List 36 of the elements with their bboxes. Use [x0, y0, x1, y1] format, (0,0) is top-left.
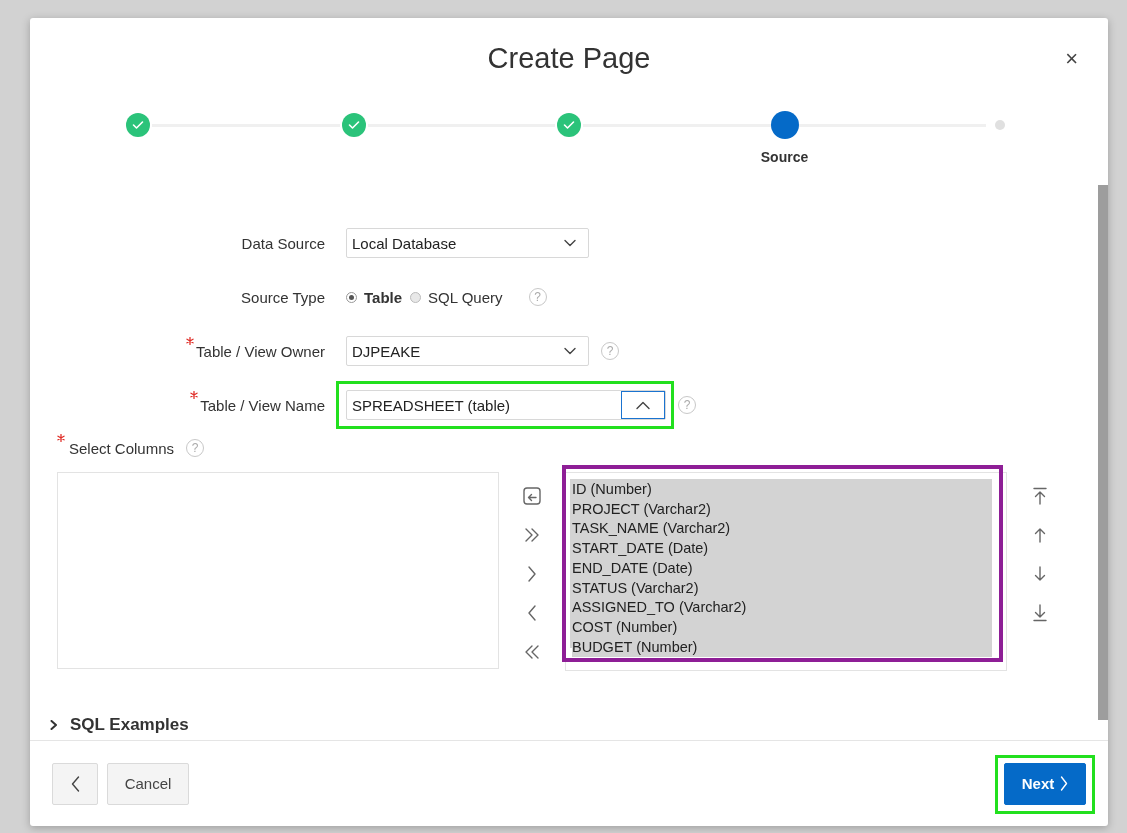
chevron-down-icon — [564, 239, 576, 247]
select-field[interactable]: Local Database — [346, 228, 589, 258]
arrow-to-bottom-icon — [1033, 603, 1047, 622]
field-label: Data Source — [241, 234, 325, 252]
double-chevron-right-icon — [524, 527, 540, 542]
next-button[interactable]: Next — [1004, 762, 1086, 805]
radio-option[interactable]: Table — [346, 288, 403, 306]
chevron-right-icon — [50, 720, 58, 730]
arrow-to-top-icon — [1033, 486, 1047, 505]
field-label: Table / View Owner — [196, 342, 325, 360]
check-icon — [563, 120, 575, 130]
radio-option[interactable]: SQL Query — [410, 288, 503, 306]
chevron-up-icon — [636, 400, 650, 410]
chevron-right-icon — [527, 565, 537, 582]
field-label: Select Columns — [69, 440, 175, 457]
double-chevron-left-icon — [524, 644, 540, 659]
dialog-title: Create Page — [487, 41, 651, 75]
chevron-down-icon — [564, 347, 576, 355]
step-label: Source — [760, 149, 809, 165]
chevron-left-icon — [527, 604, 537, 621]
select-field[interactable]: SPREADSHEET (table) — [346, 390, 666, 420]
chevron-right-icon — [1060, 776, 1069, 791]
field-label: Table / View Name — [200, 396, 325, 414]
collapsible-header[interactable]: SQL Examples — [50, 711, 1098, 739]
chevron-left-icon — [70, 775, 80, 792]
scrollbar[interactable] — [1098, 185, 1108, 720]
field-label: Source Type — [241, 288, 325, 306]
arrow-up-icon — [1033, 526, 1047, 543]
radio-button[interactable] — [346, 291, 357, 303]
check-icon — [347, 120, 360, 130]
arrow-down-icon — [1033, 565, 1047, 582]
select-field[interactable]: DJPEAKE — [346, 336, 589, 366]
radio-button[interactable] — [410, 291, 422, 303]
close-button[interactable]: × — [1059, 44, 1084, 74]
check-icon — [132, 120, 144, 130]
cancel-button[interactable]: Cancel — [107, 762, 189, 805]
